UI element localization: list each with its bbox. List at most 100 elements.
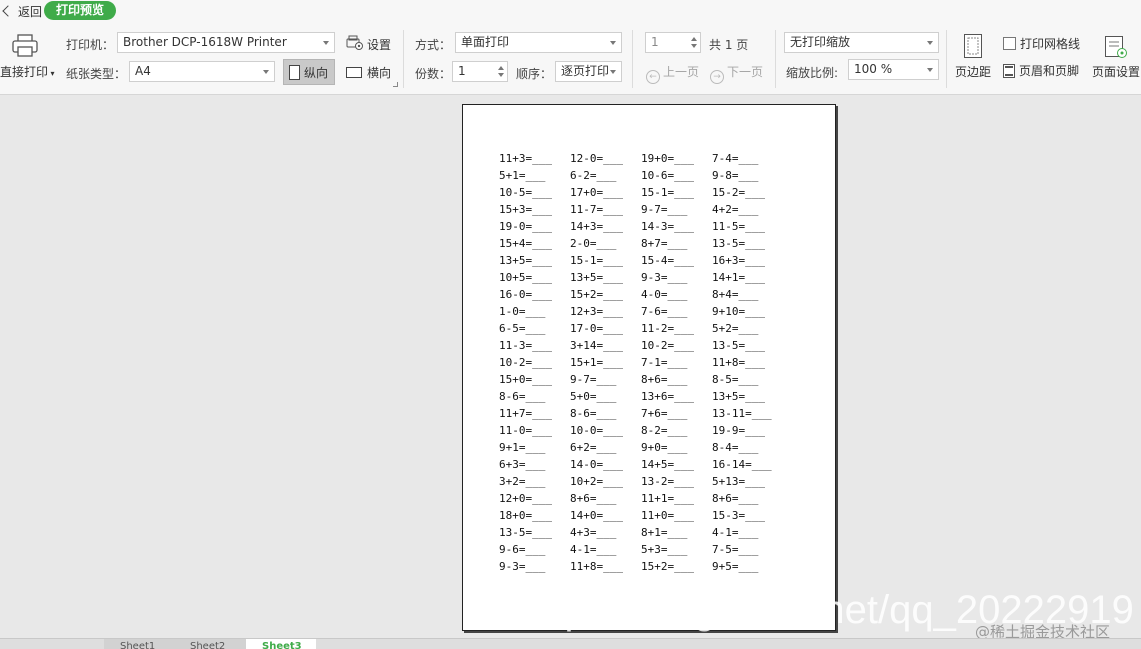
- back-button[interactable]: 返回: [0, 2, 42, 20]
- margins-icon[interactable]: [963, 33, 983, 59]
- mode-value: 单面打印: [461, 35, 510, 49]
- math-problem: 9-7=___: [570, 373, 617, 386]
- landscape-button[interactable]: 横向: [346, 64, 391, 81]
- scale-mode-select[interactable]: 无打印缩放: [784, 32, 939, 53]
- math-problem: 8+6=___: [641, 373, 688, 386]
- order-value: 逐页打印: [561, 64, 610, 78]
- printer-settings-icon[interactable]: [346, 35, 364, 51]
- math-problem: 15-3=___: [712, 509, 765, 522]
- math-problem: 11+8=___: [570, 560, 623, 573]
- math-problem: 13-11=___: [712, 407, 772, 420]
- spin-down-icon[interactable]: [691, 44, 697, 48]
- math-problem: 4+3=___: [570, 526, 617, 539]
- math-problem: 11+8=___: [712, 356, 765, 369]
- math-problem: 4-1=___: [570, 543, 617, 556]
- math-problem: 7-6=___: [641, 305, 688, 318]
- math-problem: 15+0=___: [499, 373, 552, 386]
- order-label: 顺序：: [516, 67, 553, 81]
- math-problem: 15+3=___: [499, 203, 552, 216]
- paper-type-select[interactable]: A4: [129, 61, 275, 82]
- math-problem: 11-5=___: [712, 220, 765, 233]
- margins-button[interactable]: 页边距: [955, 63, 991, 80]
- arrow-left-icon: ←: [646, 70, 660, 84]
- next-page-label: 下一页: [727, 65, 764, 79]
- printer-icon[interactable]: [10, 33, 40, 59]
- math-problem: 12+3=___: [570, 305, 623, 318]
- math-problem: 7-4=___: [712, 152, 759, 165]
- math-problem: 11+0=___: [641, 509, 694, 522]
- math-problem: 11+3=___: [499, 152, 552, 165]
- math-problem: 13+5=___: [712, 390, 765, 403]
- print-preview-tab[interactable]: 打印预览: [44, 1, 117, 20]
- spin-up-icon[interactable]: [691, 37, 697, 41]
- chevron-down-icon: [610, 70, 616, 74]
- math-problem: 19-9=___: [712, 424, 765, 437]
- math-problem: 4-0=___: [641, 288, 688, 301]
- math-problem: 16-14=___: [712, 458, 772, 471]
- direct-print-label: 直接打印: [0, 65, 49, 79]
- mode-select[interactable]: 单面打印: [455, 32, 622, 53]
- math-problem: 11-0=___: [499, 424, 552, 437]
- scale-ratio-select[interactable]: 100 %: [848, 59, 939, 80]
- mode-label: 方式：: [415, 38, 452, 52]
- chevron-down-icon: [927, 68, 933, 72]
- copies-stepper[interactable]: 1: [452, 61, 508, 82]
- math-problem: 7-1=___: [641, 356, 688, 369]
- separator: [946, 30, 947, 88]
- spin-down-icon[interactable]: [498, 73, 504, 77]
- order-select[interactable]: 逐页打印: [555, 61, 622, 82]
- math-problem: 10+2=___: [570, 475, 623, 488]
- prev-page-button[interactable]: ← 上一页: [646, 63, 699, 84]
- scale-ratio-label: 缩放比例:: [786, 66, 839, 80]
- math-problem: 15+2=___: [641, 560, 694, 573]
- math-problem: 13-5=___: [499, 526, 552, 539]
- separator: [403, 30, 404, 88]
- page-setup-icon[interactable]: [1104, 35, 1128, 59]
- chevron-left-icon: [2, 5, 14, 17]
- page-setup-button[interactable]: 页面设置: [1092, 63, 1140, 80]
- page-number-stepper[interactable]: 1: [645, 32, 701, 53]
- math-problem: 8+6=___: [570, 492, 617, 505]
- math-problem: 8+4=___: [712, 288, 759, 301]
- math-problem: 10+5=___: [499, 271, 552, 284]
- direct-print-button[interactable]: 直接打印 ▾: [0, 63, 55, 80]
- math-problem: 19+0=___: [641, 152, 694, 165]
- portrait-button[interactable]: 纵向: [283, 59, 335, 85]
- math-problem: 13-5=___: [712, 237, 765, 250]
- math-problem: 8-4=___: [712, 441, 759, 454]
- math-problem: 5+1=___: [499, 169, 546, 182]
- math-problem: 10-5=___: [499, 186, 552, 199]
- math-problem: 8-2=___: [641, 424, 688, 437]
- math-problem: 13+6=___: [641, 390, 694, 403]
- print-gridlines-checkbox[interactable]: 打印网格线: [1003, 35, 1080, 52]
- chevron-down-icon: [927, 41, 933, 45]
- math-problem: 8+6=___: [712, 492, 759, 505]
- math-problem: 13-5=___: [712, 339, 765, 352]
- printer-settings-button[interactable]: 设置: [367, 36, 391, 53]
- math-problem: 11+1=___: [641, 492, 694, 505]
- header-footer-button[interactable]: 页眉和页脚: [1003, 62, 1079, 79]
- math-problem: 10-0=___: [570, 424, 623, 437]
- math-problem: 2-0=___: [570, 237, 617, 250]
- math-problem: 10-2=___: [499, 356, 552, 369]
- math-problem: 15+1=___: [570, 356, 623, 369]
- chevron-down-icon: [610, 41, 616, 45]
- spin-up-icon[interactable]: [498, 66, 504, 70]
- landscape-icon: [346, 67, 362, 78]
- checkbox-icon: [1003, 37, 1016, 50]
- math-problem: 11+7=___: [499, 407, 552, 420]
- printer-select[interactable]: Brother DCP-1618W Printer: [117, 32, 335, 53]
- math-problem: 7+6=___: [641, 407, 688, 420]
- total-pages-label: 共 1 页: [709, 38, 749, 52]
- print-gridlines-label: 打印网格线: [1020, 37, 1081, 51]
- math-problem: 4+2=___: [712, 203, 759, 216]
- math-problem: 15-1=___: [641, 186, 694, 199]
- math-problem: 18+0=___: [499, 509, 552, 522]
- math-problem: 16+3=___: [712, 254, 765, 267]
- expand-corner-icon[interactable]: [393, 82, 398, 87]
- math-problem: 10-2=___: [641, 339, 694, 352]
- math-problem: 8-6=___: [570, 407, 617, 420]
- math-problem: 9+5=___: [712, 560, 759, 573]
- chevron-down-icon: [323, 41, 329, 45]
- next-page-button[interactable]: → 下一页: [710, 63, 763, 84]
